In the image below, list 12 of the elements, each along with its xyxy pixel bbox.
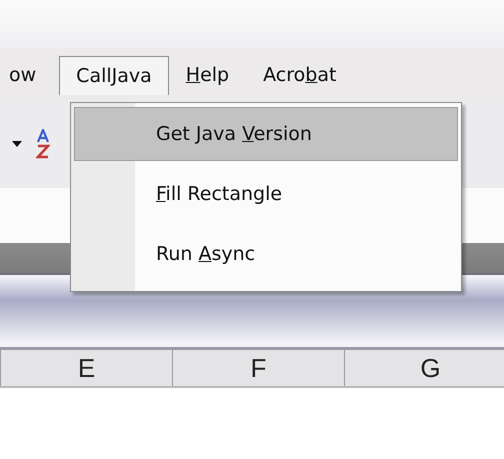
sort-az-icon[interactable] xyxy=(36,129,50,159)
menu-option[interactable]: Get Java Version xyxy=(74,107,458,161)
menu-item[interactable]: CallJava xyxy=(59,56,169,94)
menu-item[interactable]: Help xyxy=(168,54,246,94)
menu-option[interactable]: Fill Rectangle xyxy=(74,167,458,221)
column-header[interactable]: G xyxy=(345,350,504,386)
menu-item[interactable]: Acrobat xyxy=(246,54,354,94)
menu-option[interactable]: Run Async xyxy=(74,227,458,281)
column-header[interactable]: E xyxy=(1,350,173,386)
dropdown-arrow-icon[interactable] xyxy=(12,141,22,147)
menu-item[interactable]: ow xyxy=(6,54,60,94)
column-header[interactable]: F xyxy=(173,350,345,386)
